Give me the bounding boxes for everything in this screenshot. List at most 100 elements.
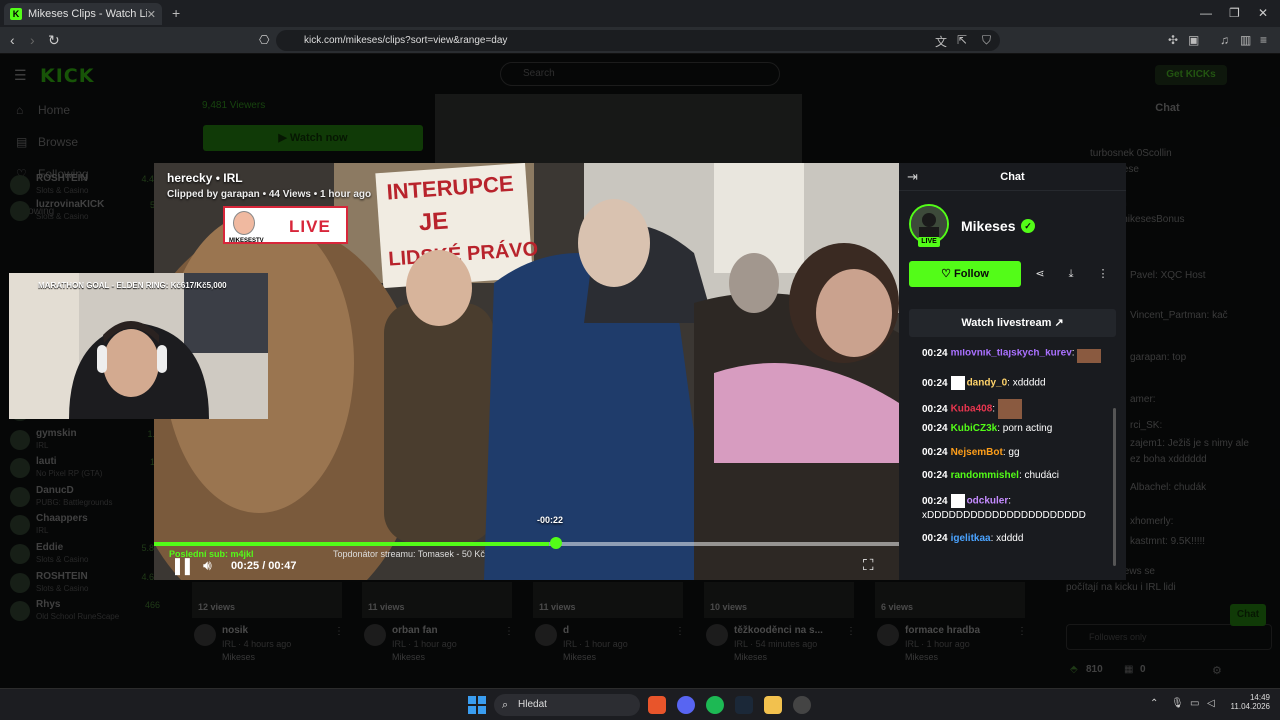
taskbar-search[interactable]: ⌕ Hledat	[494, 694, 640, 716]
chat-username[interactable]: milovnik_tlajskych_kurev	[951, 349, 1072, 359]
close-window-icon[interactable]: ✕	[1258, 6, 1268, 20]
brave-shield-icon[interactable]: ⛉	[982, 33, 991, 48]
seek-handle[interactable]	[550, 537, 562, 549]
external-link-icon: ↗	[1054, 317, 1064, 329]
chat-title: Chat	[1000, 171, 1025, 183]
chat-username[interactable]: odckuler	[967, 496, 1009, 507]
chat-username[interactable]: NejsemBot	[951, 447, 1003, 458]
kick-favicon-icon: K	[10, 8, 22, 20]
wallet-icon[interactable]: ▣	[1188, 33, 1199, 47]
browser-toolbar: ‹ › ↻ ⎔ kick.com/mikeses/clips?sort=view…	[0, 27, 1280, 54]
clock-time: 14:49	[1249, 693, 1270, 702]
live-label: LIVE	[289, 217, 331, 236]
share-button[interactable]: ⋖	[1027, 261, 1053, 287]
back-icon[interactable]: ‹	[10, 32, 15, 48]
watch-livestream-label: Watch livestream	[961, 317, 1052, 329]
chat-message: 00:24 milovnik_tlajskych_kurev:	[922, 349, 1102, 363]
chat-text: :	[1071, 349, 1075, 359]
discord-app-icon[interactable]	[677, 696, 695, 714]
windows-start-icon[interactable]	[468, 696, 486, 714]
pause-button[interactable]: ▌▌	[175, 558, 195, 574]
chat-timestamp: 00:24	[922, 447, 948, 458]
seek-progress	[154, 542, 549, 546]
taskbar-clock[interactable]: 14:49 11.04.2026	[1230, 693, 1270, 711]
webcam-overlay	[9, 273, 268, 419]
share-icon[interactable]: ⇱	[957, 33, 967, 47]
steam-app-icon[interactable]	[735, 696, 753, 714]
minimize-icon[interactable]: —	[1200, 6, 1212, 20]
media-icon[interactable]: ♫	[1220, 33, 1229, 47]
chat-timestamp: 00:24	[922, 423, 948, 434]
sidebar-toggle-icon[interactable]: ▥	[1240, 33, 1251, 47]
volume-icon[interactable]: 🔊︎	[203, 557, 212, 574]
spotify-app-icon[interactable]	[706, 696, 724, 714]
top-donator-ticker: Topdonátor streamu: Tomasek - 50 Kč	[333, 549, 485, 559]
chat-message: 00:24 randommishel: chudáci	[922, 470, 1059, 481]
chat-timestamp: 00:24	[922, 495, 948, 507]
chat-timestamp: 00:24	[922, 403, 948, 415]
webcam-frame	[9, 273, 268, 419]
watch-livestream-button[interactable]: Watch livestream ↗	[909, 309, 1116, 337]
chat-username[interactable]: Kuba408	[951, 404, 993, 415]
emote-icon	[997, 399, 1022, 419]
clip-title: herecky • IRL	[167, 171, 243, 185]
more-options-icon[interactable]: ⋮	[1090, 261, 1116, 287]
extensions-icon[interactable]: ✣	[1168, 33, 1178, 47]
obs-app-icon[interactable]	[793, 696, 811, 714]
chat-message: 00:24 Kuba408:	[922, 399, 1022, 419]
chat-text: xDDDDDDDDDDDDDDDDDDDDDD	[922, 510, 1086, 521]
follow-button[interactable]: ♡ Follow	[909, 261, 1021, 287]
seek-hover-time: -00:22	[537, 515, 564, 525]
menu-icon[interactable]: ≡	[1260, 33, 1267, 47]
logo-text: MIKESESTV	[229, 238, 264, 244]
clip-subtitle: Clipped by garapan • 44 Views • 1 hour a…	[167, 189, 372, 200]
mascot-icon	[233, 211, 255, 235]
windows-taskbar: ⌕ Hledat ⌃ 🎙︎ ▭ ◁ 14:49 11.04.2026	[0, 688, 1280, 720]
clip-chat-panel: ⇥ Chat LIVE Mikeses ✓ ♡ Follow ⋖ ⤓ ⋮ Wat…	[899, 163, 1126, 580]
speaker-icon[interactable]: ◁	[1207, 698, 1215, 709]
forward-icon[interactable]: ›	[30, 32, 35, 48]
brave-app-icon[interactable]	[648, 696, 666, 714]
chat-username[interactable]: KubiCZ3k	[951, 423, 998, 434]
chat-username[interactable]: igelitkaa	[951, 533, 991, 544]
chat-username[interactable]: dandy_0	[967, 378, 1008, 389]
chat-message: 00:24 KubiCZ3k: porn acting	[922, 423, 1052, 434]
chat-message: xDDDDDDDDDDDDDDDDDDDDDD	[922, 510, 1086, 521]
chat-text: :	[1008, 495, 1012, 507]
chat-scrollbar[interactable]	[1113, 408, 1116, 566]
close-tab-icon[interactable]: ✕	[147, 8, 156, 21]
chat-text: : porn acting	[997, 423, 1053, 434]
chat-text: : chudáci	[1018, 470, 1059, 481]
svg-text:JE: JE	[418, 207, 449, 236]
translate-icon[interactable]: 文	[935, 33, 947, 50]
maximize-icon[interactable]: ❐	[1229, 6, 1240, 20]
chat-text: : xddddd	[1007, 377, 1046, 389]
chat-message: 00:24 NejsemBot: gg	[922, 447, 1020, 458]
chat-message: 00:24 odckuler:	[922, 494, 1011, 508]
bookmark-icon[interactable]: ⎔	[259, 33, 269, 47]
microphone-icon[interactable]: 🎙︎	[1171, 698, 1184, 709]
mikesestv-live-logo: MIKESESTV LIVE	[223, 206, 348, 244]
taskbar-search-label: Hledat	[518, 699, 547, 710]
tray-chevron-icon[interactable]: ⌃	[1150, 698, 1158, 709]
browser-tab[interactable]: K Mikeses Clips - Watch Live on ✕	[4, 3, 162, 25]
chat-text: : gg	[1002, 447, 1020, 458]
download-icon[interactable]: ⤓	[1058, 261, 1084, 287]
channel-name[interactable]: Mikeses	[961, 218, 1015, 234]
file-explorer-icon[interactable]	[764, 696, 782, 714]
network-icon[interactable]: ▭	[1190, 698, 1199, 709]
chat-timestamp: 00:24	[922, 470, 948, 481]
fullscreen-icon[interactable]: ⛶	[863, 557, 874, 574]
chat-timestamp: 00:24	[922, 377, 948, 389]
chat-message: 00:24 dandy_0: xddddd	[922, 376, 1046, 390]
chat-header: ⇥ Chat	[899, 163, 1126, 191]
seek-bar[interactable]	[154, 542, 899, 546]
address-bar[interactable]: kick.com/mikeses/clips?sort=view&range=d…	[276, 30, 1000, 51]
chat-text: :	[992, 403, 996, 415]
chat-username[interactable]: randommishel	[951, 470, 1019, 481]
new-tab-button[interactable]: +	[172, 5, 180, 21]
emote-icon	[1077, 349, 1102, 363]
follow-label: Follow	[954, 268, 989, 280]
time-display: 00:25 / 00:47	[231, 560, 297, 572]
reload-icon[interactable]: ↻	[48, 32, 60, 49]
